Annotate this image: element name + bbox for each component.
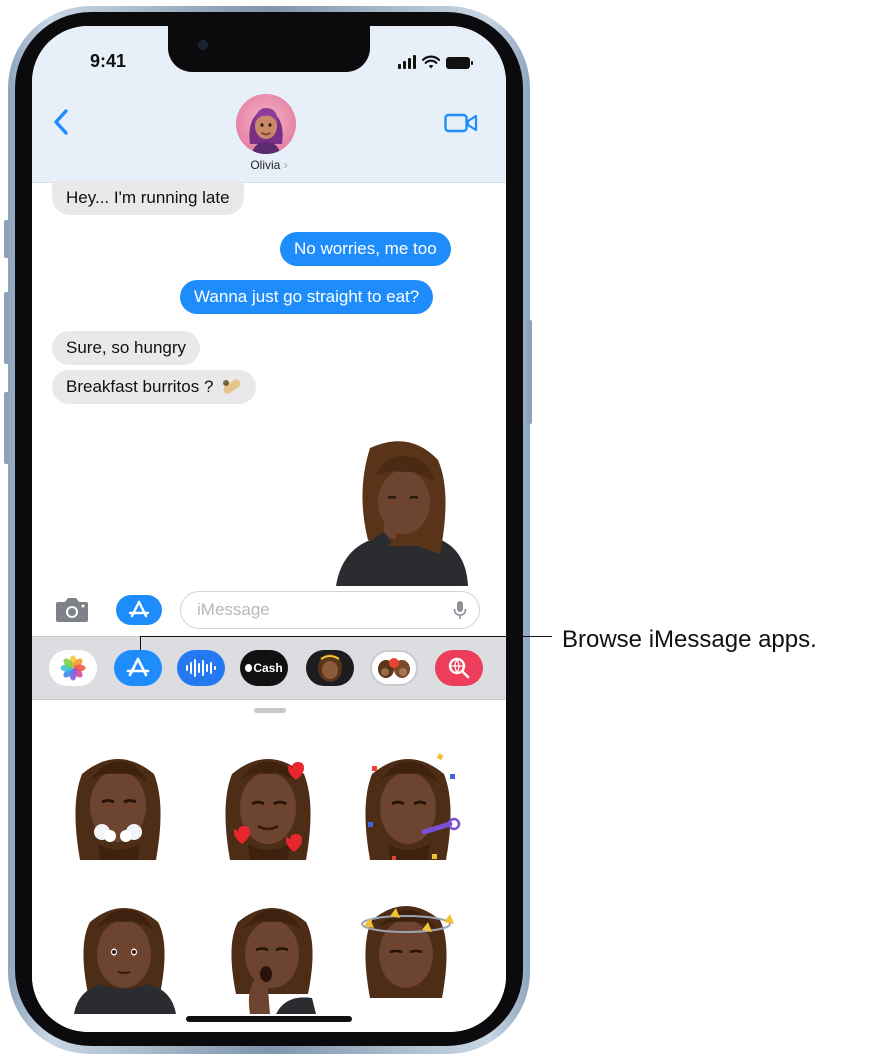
photos-icon [60, 655, 86, 681]
volume-up-button [4, 292, 9, 364]
home-indicator[interactable] [186, 1016, 352, 1022]
message-bubble-outgoing[interactable]: Wanna just go straight to eat? [180, 280, 434, 314]
battery-icon [446, 57, 473, 69]
apple-cash-label: Cash [253, 661, 283, 675]
photos-app[interactable] [49, 650, 97, 686]
memoji-sneezing[interactable] [62, 744, 174, 864]
memoji-icon [318, 654, 342, 682]
message-bubble-outgoing[interactable]: No worries, me too [280, 232, 451, 266]
callout-line [140, 636, 552, 637]
imessage-app-drawer: Cash [32, 636, 506, 700]
drawer-grabber[interactable] [254, 708, 286, 713]
memoji-sticker-eating[interactable] [326, 436, 476, 586]
images-search-app[interactable] [435, 650, 483, 686]
app-store-app[interactable] [114, 650, 162, 686]
memoji-party[interactable] [352, 744, 464, 864]
message-input[interactable] [197, 592, 437, 627]
memoji-stickers-app[interactable] [370, 650, 418, 686]
memoji-thinking[interactable] [68, 894, 180, 1014]
apple-logo-icon [245, 664, 253, 672]
message-text: Breakfast burritos ? [66, 377, 214, 396]
memoji-app[interactable] [306, 650, 354, 686]
video-camera-icon[interactable] [444, 112, 478, 134]
contact-name[interactable]: Olivia [32, 158, 506, 172]
memoji-yawning[interactable] [216, 894, 328, 1014]
chevron-left-icon[interactable] [52, 108, 72, 136]
message-bubble-incoming[interactable]: Breakfast burritos ? [52, 370, 257, 404]
callout-pointer [140, 636, 141, 650]
waveform-icon [186, 659, 216, 677]
message-bubble-incoming[interactable]: Hey... I'm running late [52, 181, 244, 215]
memoji-hearts[interactable] [212, 744, 324, 864]
message-bubble-incoming[interactable]: Sure, so hungry [52, 331, 201, 365]
front-camera [198, 40, 208, 50]
notch [168, 26, 370, 72]
burrito-emoji [223, 379, 241, 394]
wifi-icon [422, 55, 440, 69]
phone-screen: 9:41 Olivia Hey... I'm running late No w… [32, 26, 506, 1032]
microphone-icon[interactable] [453, 600, 467, 620]
status-icons [398, 55, 473, 69]
action-button [4, 220, 9, 258]
side-button [527, 320, 532, 424]
status-time: 9:41 [90, 51, 127, 71]
signal-icon [398, 55, 416, 69]
app-store-icon [128, 600, 150, 618]
callout-label: Browse iMessage apps. [562, 626, 817, 653]
globe-search-icon [448, 657, 470, 679]
audio-message-app[interactable] [177, 650, 225, 686]
memoji-stickers-icon [378, 658, 410, 678]
message-input-container [180, 591, 480, 629]
app-store-icon [126, 657, 150, 677]
apps-button[interactable] [116, 595, 162, 625]
memoji-dizzy[interactable] [350, 888, 462, 1008]
avatar[interactable] [236, 94, 296, 154]
apple-cash-app[interactable]: Cash [240, 650, 288, 686]
camera-icon[interactable] [54, 596, 90, 624]
volume-down-button [4, 392, 9, 464]
